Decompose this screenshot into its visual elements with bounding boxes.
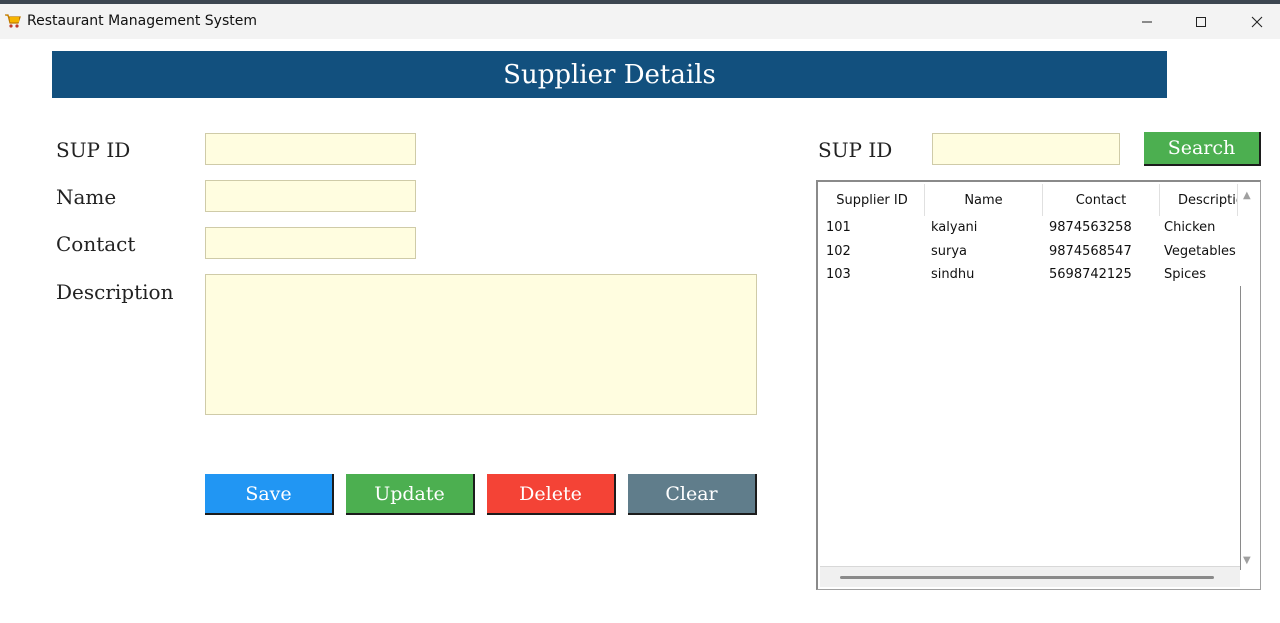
column-header-description[interactable]: Descriptio — [1160, 184, 1238, 216]
cell-description: Chicken — [1164, 220, 1216, 236]
cell-name: kalyani — [931, 220, 978, 236]
cell-supplier-id: 103 — [826, 267, 851, 283]
column-header-supplier-id[interactable]: Supplier ID — [820, 184, 925, 216]
save-button[interactable]: Save — [205, 474, 334, 515]
cell-supplier-id: 102 — [826, 243, 851, 259]
description-textarea[interactable] — [205, 274, 757, 415]
minimize-icon — [1142, 21, 1152, 22]
maximize-icon — [1196, 16, 1206, 27]
contact-input[interactable] — [205, 227, 416, 259]
cell-contact: 5698742125 — [1049, 267, 1132, 283]
cell-supplier-id: 101 — [826, 220, 851, 236]
scrollbar-track — [1240, 286, 1241, 570]
cell-name: sindhu — [931, 267, 975, 283]
scroll-up-arrow-icon[interactable]: ▲ — [1243, 190, 1251, 201]
horizontal-scroll-thumb[interactable] — [840, 576, 1214, 579]
vertical-scrollbar[interactable]: ▲ ▼ — [1240, 186, 1258, 570]
name-label: Name — [56, 185, 117, 209]
contact-label: Contact — [56, 232, 136, 256]
table-row[interactable]: 102 surya 9874568547 Vegetables — [820, 240, 1238, 264]
close-icon — [1251, 16, 1263, 27]
maximize-button[interactable] — [1178, 4, 1224, 39]
minimize-button[interactable] — [1124, 4, 1170, 39]
cell-description: Vegetables — [1164, 243, 1236, 259]
sup-id-label: SUP ID — [56, 138, 131, 162]
clear-button[interactable]: Clear — [628, 474, 757, 515]
close-button[interactable] — [1234, 4, 1280, 39]
column-header-contact[interactable]: Contact — [1043, 184, 1160, 216]
supplier-table[interactable]: Supplier ID Name Contact Descriptio 101 … — [816, 180, 1261, 590]
title-bar: Restaurant Management System — [0, 4, 1280, 39]
cell-description: Spices — [1164, 267, 1207, 283]
horizontal-scrollbar[interactable] — [820, 566, 1240, 587]
table-row[interactable]: 101 kalyani 9874563258 Chicken — [820, 216, 1238, 240]
search-sup-id-label: SUP ID — [818, 138, 893, 162]
cell-name: surya — [931, 243, 968, 259]
page-title: Supplier Details — [52, 51, 1167, 98]
cell-contact: 9874568547 — [1049, 243, 1132, 259]
name-input[interactable] — [205, 180, 416, 212]
update-button[interactable]: Update — [346, 474, 475, 515]
search-input[interactable] — [932, 133, 1120, 165]
table-header: Supplier ID Name Contact Descriptio — [820, 184, 1238, 216]
column-header-name[interactable]: Name — [925, 184, 1043, 216]
delete-button[interactable]: Delete — [487, 474, 616, 515]
shopping-cart-icon — [4, 12, 22, 30]
description-label: Description — [56, 280, 174, 304]
cell-contact: 9874563258 — [1049, 220, 1132, 236]
window-title: Restaurant Management System — [27, 13, 257, 29]
search-button[interactable]: Search — [1144, 132, 1261, 166]
sup-id-input[interactable] — [205, 133, 416, 165]
scroll-down-arrow-icon[interactable]: ▼ — [1243, 555, 1251, 566]
table-body: 101 kalyani 9874563258 Chicken 102 surya… — [820, 216, 1238, 287]
table-row[interactable]: 103 sindhu 5698742125 Spices — [820, 263, 1238, 287]
